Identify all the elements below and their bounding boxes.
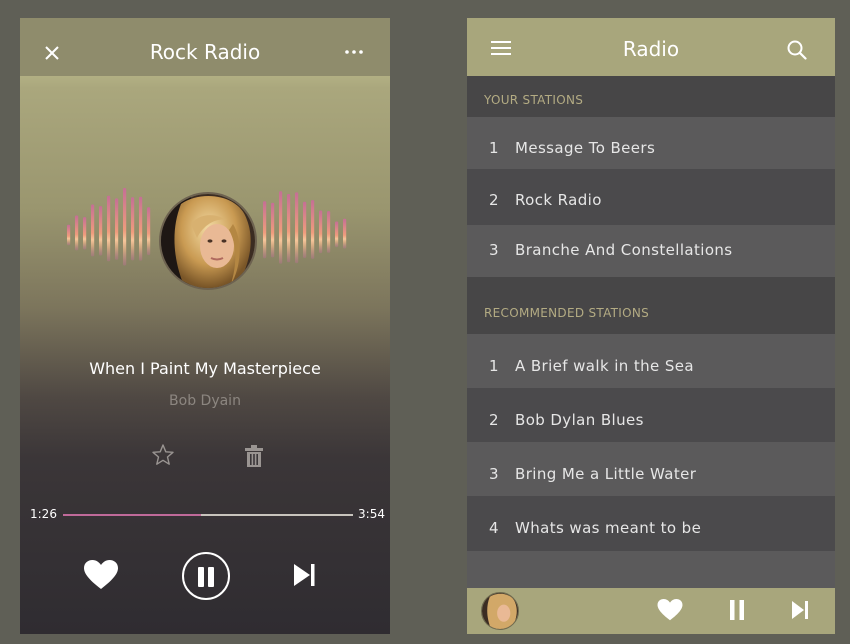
audio-waveform-visualizer xyxy=(67,188,347,266)
station-number: 3 xyxy=(489,465,499,483)
waveform-bar xyxy=(263,201,267,259)
waveform-bar xyxy=(147,207,151,255)
now-playing-screen: Rock Radio When I Paint My Masterpiece B… xyxy=(20,18,390,634)
waveform-bar xyxy=(131,197,135,261)
stations-header: Radio xyxy=(467,18,835,76)
station-row[interactable]: 1 Message To Beers xyxy=(467,117,835,169)
station-name: Bring Me a Little Water xyxy=(515,465,697,483)
station-number: 4 xyxy=(489,519,499,537)
station-number: 1 xyxy=(489,357,499,375)
station-row[interactable]: 2 Bob Dylan Blues xyxy=(467,388,835,442)
skip-next-icon[interactable] xyxy=(292,562,316,588)
waveform-bar xyxy=(295,192,299,264)
album-art-image xyxy=(161,194,255,288)
station-row[interactable]: 1 A Brief walk in the Sea xyxy=(467,334,835,388)
trash-icon[interactable] xyxy=(245,444,263,468)
song-title: When I Paint My Masterpiece xyxy=(89,359,321,378)
waveform-bar xyxy=(139,196,143,261)
station-number: 2 xyxy=(489,191,499,209)
station-name: Message To Beers xyxy=(515,139,656,157)
waveform-bar xyxy=(311,200,315,259)
station-number: 1 xyxy=(489,139,499,157)
waveform-bar xyxy=(327,211,331,253)
station-row[interactable]: 3 Branche And Constellations xyxy=(467,225,835,277)
list-filler xyxy=(467,551,835,588)
stations-screen: Radio YOUR STATIONS 1 Message To Beers 2… xyxy=(467,18,835,634)
waveform-bar xyxy=(335,221,339,248)
pause-icon-bar-left xyxy=(198,567,204,587)
current-time: 1:26 xyxy=(30,507,57,521)
pause-button[interactable] xyxy=(182,552,230,600)
station-name: Bob Dylan Blues xyxy=(515,411,644,429)
mini-skip-next-icon[interactable] xyxy=(791,600,809,620)
mini-player-bar xyxy=(467,588,835,634)
waveform-bar xyxy=(107,195,111,262)
total-time: 3:54 xyxy=(358,507,385,521)
waveform-bar xyxy=(287,194,291,263)
station-name: A Brief walk in the Sea xyxy=(515,357,694,375)
waveform-bar xyxy=(343,218,347,249)
star-icon[interactable] xyxy=(151,443,175,467)
waveform-bar xyxy=(99,206,103,256)
mini-album-art[interactable] xyxy=(481,592,519,630)
waveform-bar xyxy=(271,202,275,258)
waveform-bar xyxy=(303,201,307,258)
station-row[interactable]: 4 Whats was meant to be xyxy=(467,496,835,551)
waveform-bar xyxy=(67,224,71,246)
station-number: 3 xyxy=(489,241,499,259)
heart-icon[interactable] xyxy=(84,560,118,590)
your-stations-label: YOUR STATIONS xyxy=(484,93,584,107)
station-name: Whats was meant to be xyxy=(515,519,702,537)
station-number: 2 xyxy=(489,411,499,429)
waveform-bar xyxy=(91,204,95,257)
waveform-bar xyxy=(279,191,283,264)
waveform-bar xyxy=(83,217,87,250)
album-art xyxy=(159,192,257,290)
station-name: Rock Radio xyxy=(515,191,602,209)
song-artist: Bob Dyain xyxy=(169,393,241,409)
progress-fill xyxy=(63,514,201,516)
station-name: Branche And Constellations xyxy=(515,241,733,259)
pause-icon-bar-right xyxy=(208,567,214,587)
progress-bar[interactable] xyxy=(63,514,353,516)
station-row[interactable]: 3 Bring Me a Little Water xyxy=(467,442,835,496)
waveform-bar xyxy=(123,188,127,266)
mini-heart-icon[interactable] xyxy=(657,599,683,621)
stations-title: Radio xyxy=(622,37,680,61)
station-row[interactable]: 2 Rock Radio xyxy=(467,169,835,225)
waveform-bar xyxy=(75,215,79,251)
recommended-stations-label: RECOMMENDED STATIONS xyxy=(484,306,650,320)
mini-album-art-image xyxy=(482,593,518,629)
mini-pause-icon[interactable] xyxy=(729,599,745,621)
waveform-bar xyxy=(115,198,119,260)
waveform-bar xyxy=(319,210,323,254)
search-icon[interactable] xyxy=(787,40,807,60)
